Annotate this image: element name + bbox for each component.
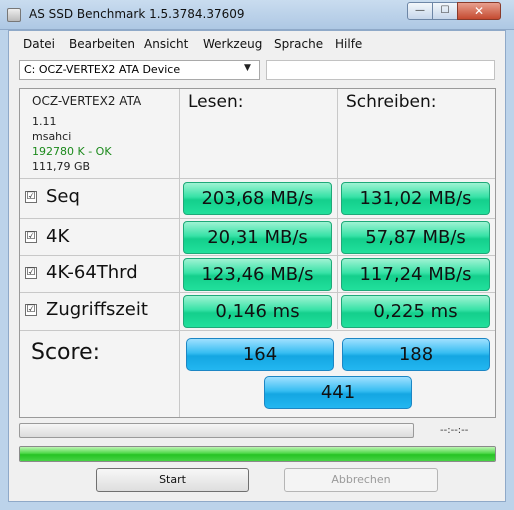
access-time-write-value: 0,225 ms xyxy=(341,295,490,328)
4k-label: 4K xyxy=(46,226,70,247)
elapsed-time: --:--:-- xyxy=(440,425,469,436)
read-column-header: Lesen: xyxy=(188,92,244,112)
access-time-checkbox[interactable]: ☑ xyxy=(25,304,37,316)
grid-divider-2 xyxy=(337,89,338,329)
window-title: AS SSD Benchmark 1.5.3784.37609 xyxy=(29,7,245,21)
device-name: OCZ-VERTEX2 ATA xyxy=(32,94,142,108)
grid-row-line-4 xyxy=(20,292,495,293)
grid-row-line-3 xyxy=(20,255,495,256)
score-label: Score: xyxy=(31,340,101,365)
seq-write-value: 131,02 MB/s xyxy=(341,182,490,215)
close-button[interactable]: ✕ xyxy=(457,2,501,20)
4k64-write-value: 117,24 MB/s xyxy=(341,258,490,291)
total-progress-bar xyxy=(19,446,496,462)
seq-label: Seq xyxy=(46,186,80,207)
device-firmware: 1.11 xyxy=(32,115,57,128)
grid-divider-1 xyxy=(179,89,180,417)
device-capacity: 111,79 GB xyxy=(32,160,91,173)
menu-hilfe[interactable]: Hilfe xyxy=(335,37,362,51)
start-button[interactable]: Start xyxy=(96,468,249,492)
grid-row-line-2 xyxy=(20,218,495,219)
seq-checkbox[interactable]: ☑ xyxy=(25,191,37,203)
menu-werkzeug[interactable]: Werkzeug xyxy=(203,37,262,51)
device-alignment: 192780 K - OK xyxy=(32,145,112,158)
dropdown-arrow-icon[interactable]: ▼ xyxy=(244,63,251,73)
test-progress-bar xyxy=(19,423,414,438)
seq-read-value: 203,68 MB/s xyxy=(183,182,332,215)
4k64-read-value: 123,46 MB/s xyxy=(183,258,332,291)
4k-checkbox[interactable]: ☑ xyxy=(25,231,37,243)
4k64-label: 4K-64Thrd xyxy=(46,262,138,283)
access-time-label: Zugriffszeit xyxy=(46,299,148,320)
menu-ansicht[interactable]: Ansicht xyxy=(144,37,188,51)
abort-button[interactable]: Abbrechen xyxy=(284,468,438,492)
score-write: 188 xyxy=(342,338,490,371)
4k-write-value: 57,87 MB/s xyxy=(341,221,490,254)
4k-read-value: 20,31 MB/s xyxy=(183,221,332,254)
device-driver: msahci xyxy=(32,130,72,143)
grid-row-line-5 xyxy=(20,330,495,331)
device-dropdown[interactable]: C: OCZ-VERTEX2 ATA Device xyxy=(19,60,260,80)
maximize-button[interactable]: ☐ xyxy=(432,2,458,20)
menu-sprache[interactable]: Sprache xyxy=(274,37,323,51)
write-column-header: Schreiben: xyxy=(346,92,437,112)
menu-bearbeiten[interactable]: Bearbeiten xyxy=(69,37,135,51)
4k64-checkbox[interactable]: ☑ xyxy=(25,267,37,279)
minimize-button[interactable]: — xyxy=(407,2,433,20)
app-icon xyxy=(7,8,21,22)
score-total: 441 xyxy=(264,376,412,409)
menu-datei[interactable]: Datei xyxy=(23,37,55,51)
score-read: 164 xyxy=(186,338,334,371)
total-progress-fill xyxy=(20,447,495,461)
grid-row-line-1 xyxy=(20,178,495,179)
blank-text-field[interactable] xyxy=(266,60,495,80)
access-time-read-value: 0,146 ms xyxy=(183,295,332,328)
